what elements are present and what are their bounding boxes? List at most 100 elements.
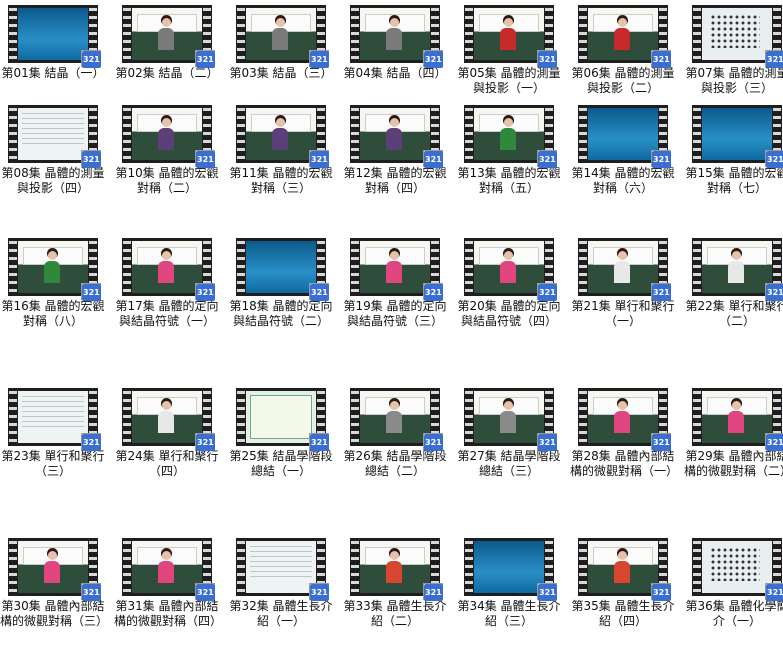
video-item[interactable]: 321 第11集 晶體的宏觀對稱（三） xyxy=(226,105,336,196)
video-item[interactable]: 321 第17集 晶體的定向與結晶符號（一） xyxy=(112,238,222,329)
video-thumbnail[interactable]: 321 xyxy=(236,5,329,68)
video-caption[interactable]: 第30集 晶體內部結構的微觀對稱（三） xyxy=(0,599,108,629)
video-caption[interactable]: 第18集 晶體的定向與結晶符號（二） xyxy=(226,299,336,329)
video-thumbnail[interactable]: 321 xyxy=(122,238,215,301)
video-caption[interactable]: 第10集 晶體的宏觀對稱（二） xyxy=(112,166,222,196)
video-item[interactable]: 321 第19集 晶體的定向與結晶符號（三） xyxy=(340,238,450,329)
video-item[interactable]: 321 第03集 結晶（三） xyxy=(226,5,336,81)
video-thumbnail[interactable]: 321 xyxy=(464,105,557,168)
video-caption[interactable]: 第33集 晶體生長介紹（二） xyxy=(340,599,450,629)
video-caption[interactable]: 第02集 結晶（二） xyxy=(112,66,222,81)
video-thumbnail[interactable]: 321 xyxy=(692,238,783,301)
video-item[interactable]: 321 第27集 結晶學階段總結（三） xyxy=(454,388,564,479)
video-item[interactable]: 321 第26集 結晶學階段總結（二） xyxy=(340,388,450,479)
video-thumbnail[interactable]: 321 xyxy=(692,5,783,68)
video-item[interactable]: 321 第30集 晶體內部結構的微觀對稱（三） xyxy=(0,538,108,629)
video-item[interactable]: 321 第15集 晶體的宏觀對稱（七） xyxy=(682,105,783,196)
video-caption[interactable]: 第36集 晶體化學簡介（一） xyxy=(682,599,783,629)
video-caption[interactable]: 第27集 結晶學階段總結（三） xyxy=(454,449,564,479)
video-item[interactable]: 321 第23集 單行和聚行（三） xyxy=(0,388,108,479)
video-item[interactable]: 321 第29集 晶體內部結構的微觀對稱（二） xyxy=(682,388,783,479)
video-caption[interactable]: 第07集 晶體的測量與投影（三） xyxy=(682,66,783,96)
video-thumbnail[interactable]: 321 xyxy=(350,538,443,601)
video-thumbnail[interactable]: 321 xyxy=(122,388,215,451)
video-caption[interactable]: 第12集 晶體的宏觀對稱（四） xyxy=(340,166,450,196)
video-caption[interactable]: 第24集 單行和聚行（四） xyxy=(112,449,222,479)
video-thumbnail[interactable]: 321 xyxy=(464,388,557,451)
video-thumbnail[interactable]: 321 xyxy=(692,105,783,168)
video-caption[interactable]: 第34集 晶體生長介紹（三） xyxy=(454,599,564,629)
video-thumbnail[interactable]: 321 xyxy=(578,238,671,301)
video-item[interactable]: 321 第33集 晶體生長介紹（二） xyxy=(340,538,450,629)
video-caption[interactable]: 第11集 晶體的宏觀對稱（三） xyxy=(226,166,336,196)
video-item[interactable]: 321 第14集 晶體的宏觀對稱（六） xyxy=(568,105,678,196)
video-caption[interactable]: 第19集 晶體的定向與結晶符號（三） xyxy=(340,299,450,329)
video-thumbnail[interactable]: 321 xyxy=(578,388,671,451)
video-caption[interactable]: 第22集 單行和聚行（二） xyxy=(682,299,783,329)
video-caption[interactable]: 第23集 單行和聚行（三） xyxy=(0,449,108,479)
video-thumbnail[interactable]: 321 xyxy=(350,388,443,451)
video-item[interactable]: 321 第10集 晶體的宏觀對稱（二） xyxy=(112,105,222,196)
video-thumbnail[interactable]: 321 xyxy=(350,5,443,68)
video-item[interactable]: 321 第01集 結晶（一） xyxy=(0,5,108,81)
video-item[interactable]: 321 第05集 晶體的測量與投影（一） xyxy=(454,5,564,96)
video-caption[interactable]: 第08集 晶體的測量與投影（四） xyxy=(0,166,108,196)
video-caption[interactable]: 第29集 晶體內部結構的微觀對稱（二） xyxy=(682,449,783,479)
video-thumbnail[interactable]: 321 xyxy=(464,238,557,301)
video-thumbnail[interactable]: 321 xyxy=(236,538,329,601)
video-caption[interactable]: 第31集 晶體內部結構的微觀對稱（四） xyxy=(112,599,222,629)
video-caption[interactable]: 第16集 晶體的宏觀對稱（八） xyxy=(0,299,108,329)
video-thumbnail[interactable]: 321 xyxy=(578,105,671,168)
video-caption[interactable]: 第01集 結晶（一） xyxy=(0,66,108,81)
video-item[interactable]: 321 第16集 晶體的宏觀對稱（八） xyxy=(0,238,108,329)
video-thumbnail[interactable]: 321 xyxy=(692,388,783,451)
video-caption[interactable]: 第28集 晶體內部結構的微觀對稱（一） xyxy=(568,449,678,479)
video-thumbnail[interactable]: 321 xyxy=(8,538,101,601)
video-thumbnail[interactable]: 321 xyxy=(122,5,215,68)
video-caption[interactable]: 第26集 結晶學階段總結（二） xyxy=(340,449,450,479)
video-item[interactable]: 321 第32集 晶體生長介紹（一） xyxy=(226,538,336,629)
video-caption[interactable]: 第13集 晶體的宏觀對稱（五） xyxy=(454,166,564,196)
video-item[interactable]: 321 第36集 晶體化學簡介（一） xyxy=(682,538,783,629)
video-item[interactable]: 321 第28集 晶體內部結構的微觀對稱（一） xyxy=(568,388,678,479)
video-item[interactable]: 321 第04集 結晶（四） xyxy=(340,5,450,81)
video-caption[interactable]: 第35集 晶體生長介紹（四） xyxy=(568,599,678,629)
video-item[interactable]: 321 第06集 晶體的測量與投影（二） xyxy=(568,5,678,96)
video-item[interactable]: 321 第25集 結晶學階段總結（一） xyxy=(226,388,336,479)
video-thumbnail[interactable]: 321 xyxy=(464,5,557,68)
video-thumbnail[interactable]: 321 xyxy=(350,105,443,168)
video-thumbnail[interactable]: 321 xyxy=(122,105,215,168)
video-caption[interactable]: 第05集 晶體的測量與投影（一） xyxy=(454,66,564,96)
video-item[interactable]: 321 第18集 晶體的定向與結晶符號（二） xyxy=(226,238,336,329)
video-item[interactable]: 321 第35集 晶體生長介紹（四） xyxy=(568,538,678,629)
video-thumbnail[interactable]: 321 xyxy=(692,538,783,601)
video-caption[interactable]: 第14集 晶體的宏觀對稱（六） xyxy=(568,166,678,196)
video-caption[interactable]: 第20集 晶體的定向與結晶符號（四） xyxy=(454,299,564,329)
video-item[interactable]: 321 第13集 晶體的宏觀對稱（五） xyxy=(454,105,564,196)
video-thumbnail[interactable]: 321 xyxy=(8,388,101,451)
video-thumbnail[interactable]: 321 xyxy=(578,538,671,601)
video-caption[interactable]: 第21集 單行和聚行（一） xyxy=(568,299,678,329)
video-thumbnail[interactable]: 321 xyxy=(122,538,215,601)
video-caption[interactable]: 第06集 晶體的測量與投影（二） xyxy=(568,66,678,96)
video-caption[interactable]: 第32集 晶體生長介紹（一） xyxy=(226,599,336,629)
video-item[interactable]: 321 第20集 晶體的定向與結晶符號（四） xyxy=(454,238,564,329)
video-caption[interactable]: 第25集 結晶學階段總結（一） xyxy=(226,449,336,479)
video-thumbnail[interactable]: 321 xyxy=(8,105,101,168)
video-item[interactable]: 321 第07集 晶體的測量與投影（三） xyxy=(682,5,783,96)
video-caption[interactable]: 第03集 結晶（三） xyxy=(226,66,336,81)
video-caption[interactable]: 第04集 結晶（四） xyxy=(340,66,450,81)
video-item[interactable]: 321 第34集 晶體生長介紹（三） xyxy=(454,538,564,629)
video-thumbnail[interactable]: 321 xyxy=(236,238,329,301)
video-item[interactable]: 321 第24集 單行和聚行（四） xyxy=(112,388,222,479)
video-thumbnail[interactable]: 321 xyxy=(236,105,329,168)
video-item[interactable]: 321 第08集 晶體的測量與投影（四） xyxy=(0,105,108,196)
video-item[interactable]: 321 第02集 結晶（二） xyxy=(112,5,222,81)
video-item[interactable]: 321 第12集 晶體的宏觀對稱（四） xyxy=(340,105,450,196)
video-thumbnail[interactable]: 321 xyxy=(464,538,557,601)
video-item[interactable]: 321 第21集 單行和聚行（一） xyxy=(568,238,678,329)
video-thumbnail[interactable]: 321 xyxy=(8,238,101,301)
video-item[interactable]: 321 第22集 單行和聚行（二） xyxy=(682,238,783,329)
video-thumbnail[interactable]: 321 xyxy=(350,238,443,301)
video-caption[interactable]: 第17集 晶體的定向與結晶符號（一） xyxy=(112,299,222,329)
